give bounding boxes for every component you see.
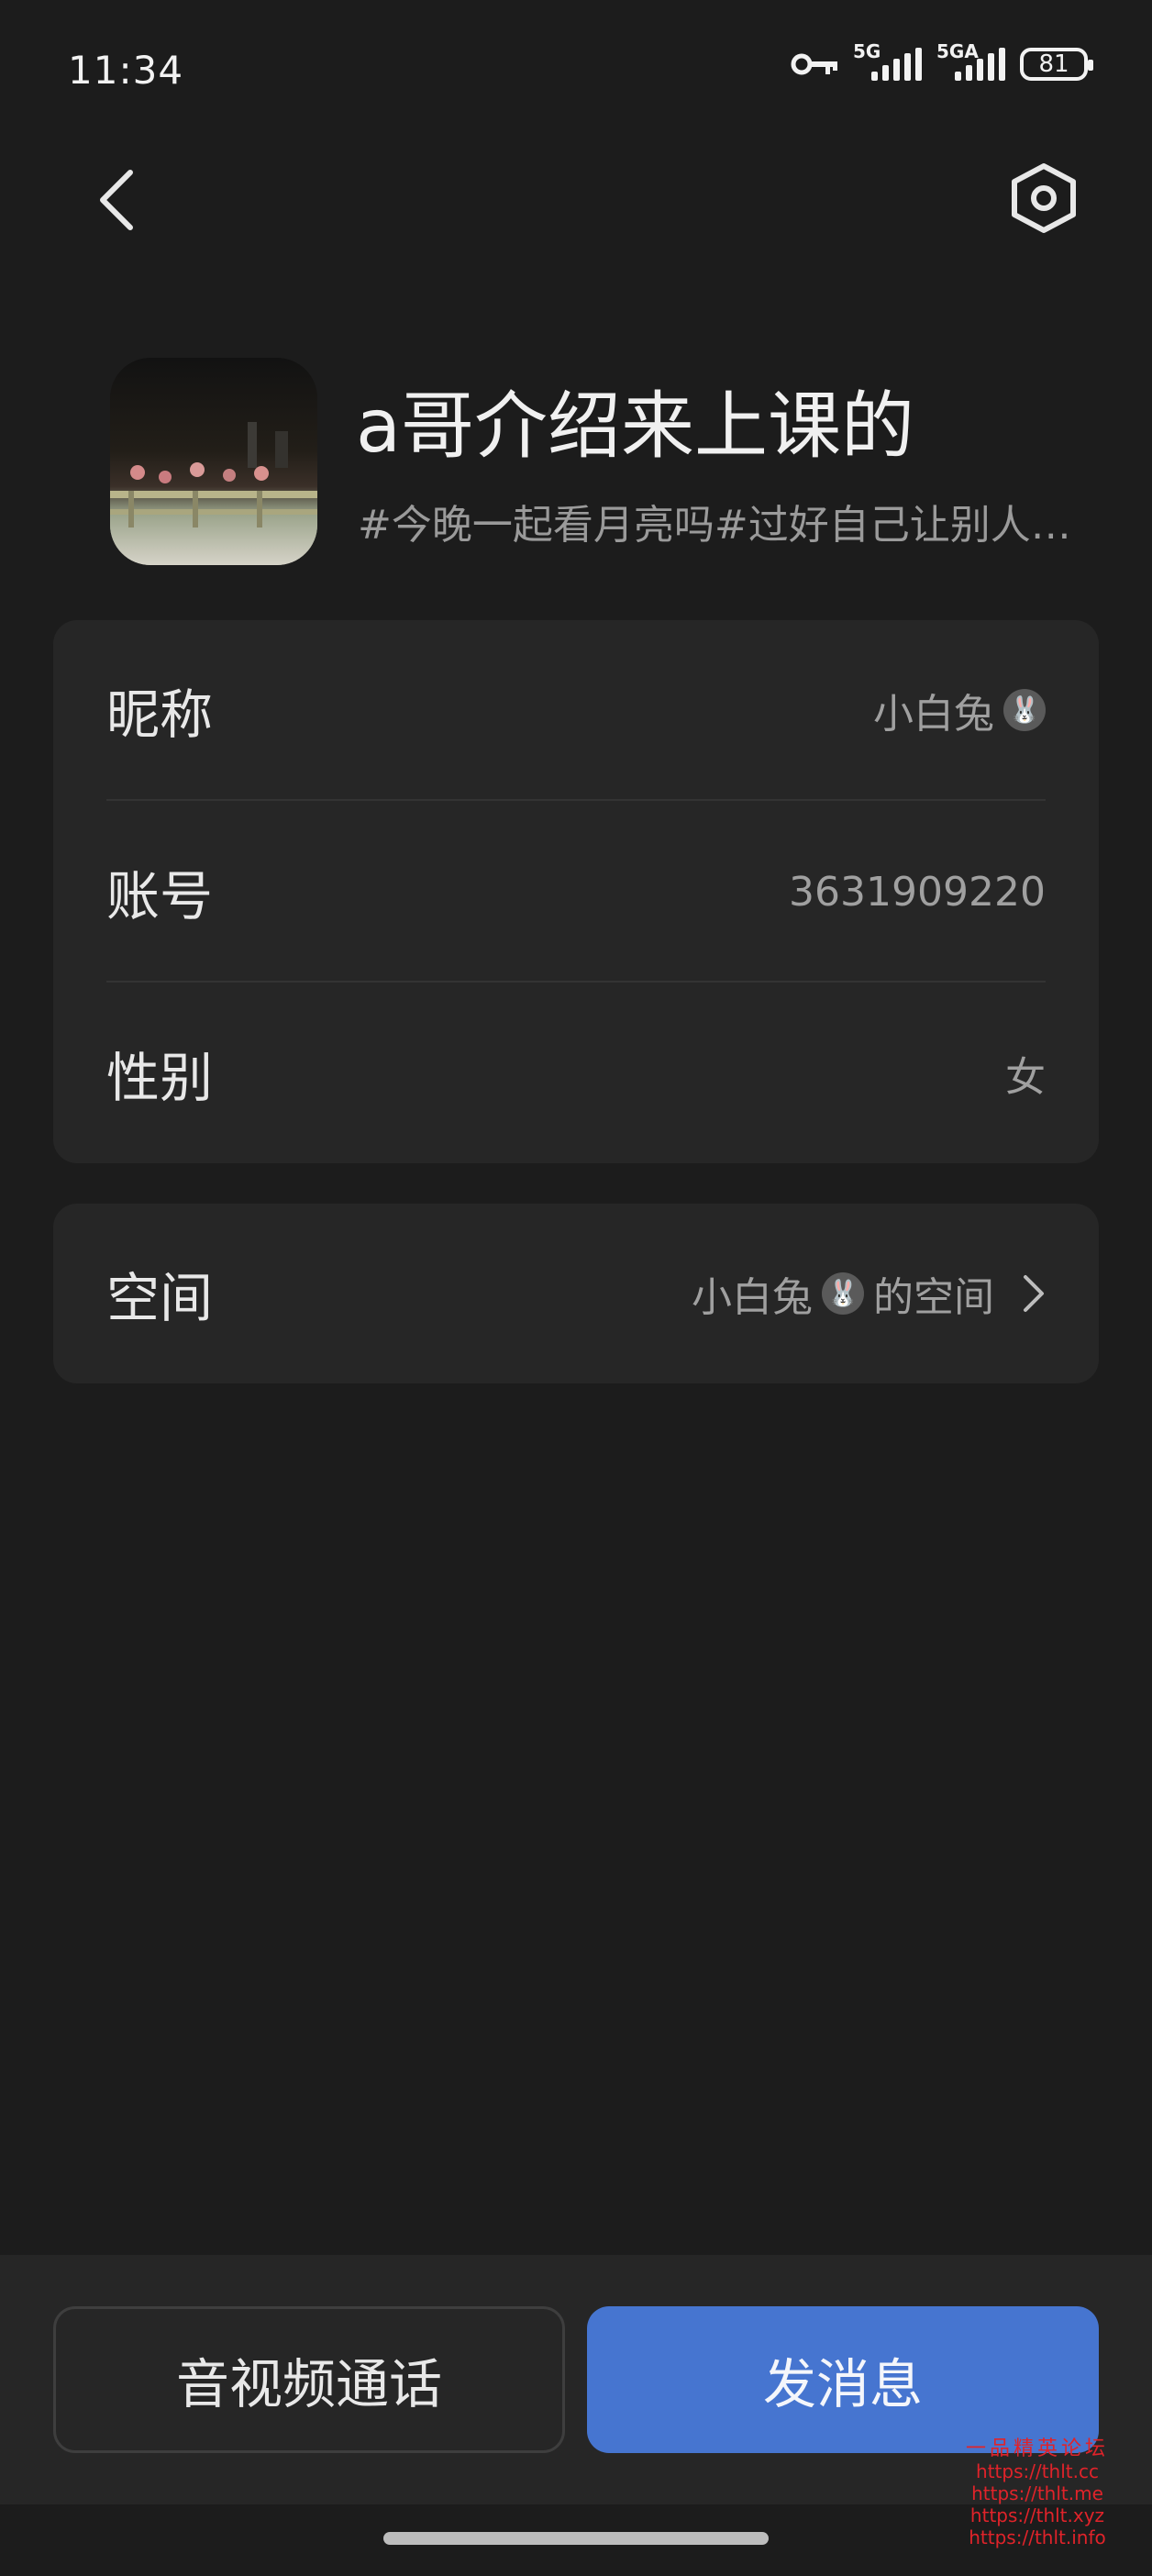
gender-value: 女	[1005, 1054, 1046, 1101]
account-label: 账号	[106, 865, 214, 927]
nickname-text: 小白兔	[873, 691, 994, 738]
chevron-right-icon	[1024, 1275, 1044, 1312]
space-value: 小白兔 🐰 的空间	[692, 1264, 1046, 1323]
status-time: 11:34	[68, 48, 184, 93]
network-label-2: 5GA	[936, 40, 979, 62]
avatar[interactable]	[110, 358, 317, 565]
watermark-title: 一品精英论坛	[965, 2437, 1109, 2460]
divider	[106, 799, 1046, 801]
back-arrow-icon[interactable]	[92, 167, 147, 233]
info-row-gender[interactable]: 性别 女	[106, 983, 1046, 1163]
settings-hexagon-icon[interactable]	[1009, 161, 1079, 235]
battery-level: 81	[1038, 50, 1069, 78]
watermark-link: https://thlt.info	[969, 2526, 1106, 2548]
battery-icon: 81	[1020, 48, 1093, 81]
nickname-value: 小白兔 🐰	[873, 681, 1046, 739]
space-card[interactable]: 空间 小白兔 🐰 的空间	[53, 1204, 1099, 1383]
network-label-1: 5G	[853, 40, 881, 62]
rabbit-face-icon: 🐰	[822, 1272, 864, 1315]
info-card: 昵称 小白兔 🐰 账号 3631909220 性别 女	[53, 620, 1099, 1163]
nickname-label: 昵称	[106, 683, 214, 746]
space-row[interactable]: 空间 小白兔 🐰 的空间	[106, 1204, 1046, 1383]
send-message-button[interactable]: 发消息	[587, 2306, 1099, 2453]
space-owner: 小白兔	[692, 1274, 813, 1321]
av-call-button[interactable]: 音视频通话	[53, 2306, 565, 2453]
gender-label: 性别	[106, 1047, 214, 1109]
signal-5ga: 5GA	[936, 40, 1005, 81]
status-icons: 5G 5GA 81	[791, 40, 1093, 81]
watermark-link: https://thlt.me	[971, 2482, 1103, 2504]
space-label: 空间	[106, 1267, 214, 1329]
account-value: 3631909220	[789, 868, 1046, 916]
profile-name: a哥介绍来上课的	[356, 383, 915, 469]
space-suffix: 的空间	[873, 1274, 994, 1321]
vpn-key-icon	[791, 53, 837, 75]
watermark: 一品精英论坛 https://thlt.cc https://thlt.me h…	[950, 2437, 1124, 2549]
info-row-nickname[interactable]: 昵称 小白兔 🐰	[106, 620, 1046, 800]
profile-signature: #今晚一起看月亮吗#过好自己让别人去说吧	[358, 502, 1091, 549]
rabbit-face-icon: 🐰	[1003, 689, 1046, 731]
avatar-photo-icon	[110, 358, 317, 565]
watermark-link: https://thlt.cc	[976, 2460, 1099, 2482]
divider	[106, 981, 1046, 983]
home-indicator[interactable]	[383, 2532, 769, 2545]
signal-5g: 5G	[853, 40, 922, 81]
info-row-account[interactable]: 账号 3631909220	[106, 802, 1046, 982]
watermark-link: https://thlt.xyz	[969, 2504, 1105, 2526]
